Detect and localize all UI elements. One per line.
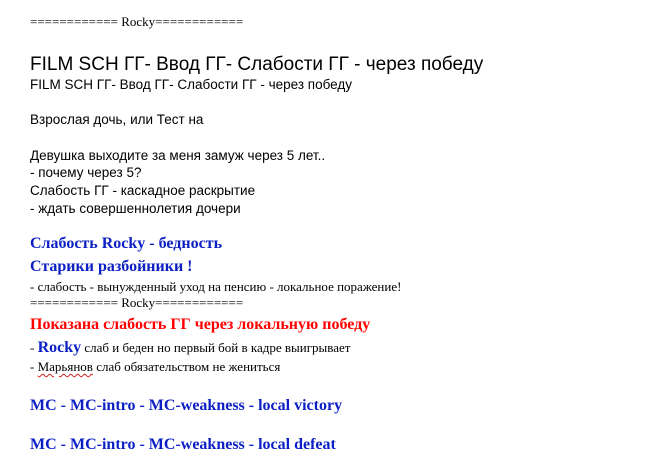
- quote-line: Девушка выходите за меня замуж через 5 л…: [30, 148, 326, 163]
- rocky-line-rest: слаб и беден но первый бой в кадре выигр…: [81, 340, 351, 355]
- rocky-name: Rocky: [37, 339, 82, 356]
- heading-large: FILM SCH ГГ- Ввод ГГ- Слабости ГГ - чере…: [30, 54, 484, 75]
- cascade-line: Слабость ГГ - каскадное раскрытие: [30, 183, 256, 198]
- wait-line: - ждать совершеннолетия дочери: [30, 201, 241, 216]
- adult-daughter-line: Взрослая дочь, или Тест на: [30, 112, 204, 127]
- maryanov-line: - Марьянов слаб обязательством не женить…: [30, 360, 280, 373]
- rocky-line-dash: -: [30, 340, 38, 355]
- maryanov-dash: -: [30, 359, 38, 374]
- old-robbers-heading: Старики разбойники !: [30, 258, 193, 275]
- why-five-line: - почему через 5?: [30, 165, 142, 180]
- separator-rocky-1: ============ Rocky============: [30, 14, 244, 29]
- mc-defeat-line: MC - MC-intro - MC-weakness - local defe…: [30, 436, 336, 453]
- forced-retirement-line: - слабость - вынужденный уход на пенсию …: [30, 279, 402, 294]
- shown-weakness-heading: Показана слабость ГГ через локальную поб…: [30, 316, 371, 333]
- mc-victory-line: MC - MC-intro - MC-weakness - local vict…: [30, 397, 343, 414]
- separator-rocky-2: ============ Rocky============: [30, 295, 244, 310]
- document-page: { "document": { "sep1": "============ Ro…: [0, 0, 645, 473]
- rocky-fight-line: - Rocky слаб и беден но первый бой в кад…: [30, 340, 350, 356]
- heading-small: FILM SCH ГГ- Ввод ГГ- Слабости ГГ - чере…: [30, 77, 353, 92]
- rocky-weakness-heading: Слабость Rocky - бедность: [30, 235, 223, 252]
- maryanov-name: Марьянов: [37, 359, 93, 374]
- maryanov-rest: слаб обязательством не жениться: [92, 359, 281, 374]
